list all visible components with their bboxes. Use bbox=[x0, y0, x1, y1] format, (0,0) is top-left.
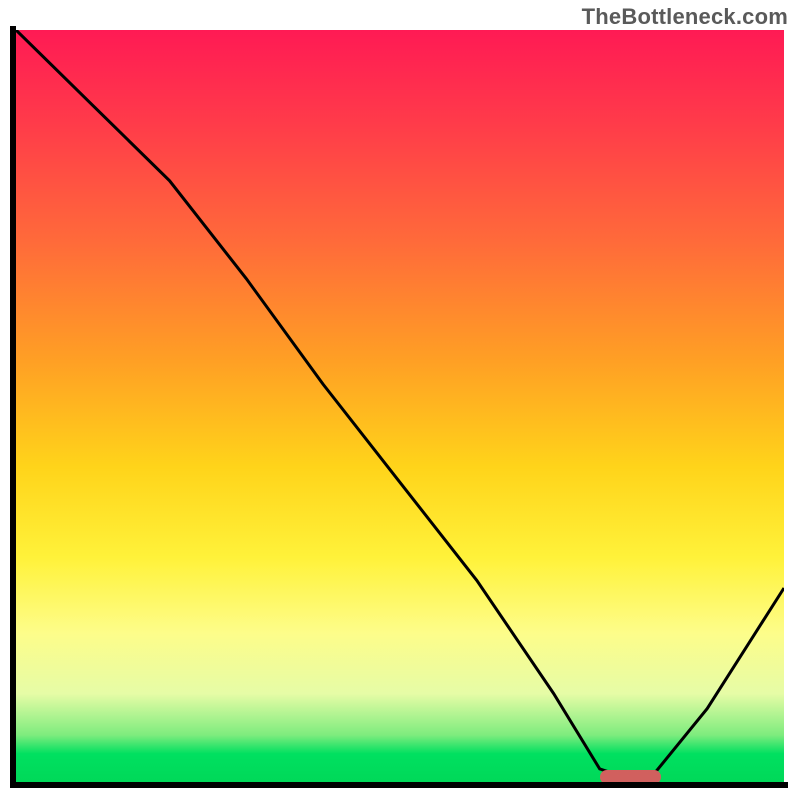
curve-path bbox=[16, 30, 784, 784]
chart-stage: TheBottleneck.com bbox=[0, 0, 800, 800]
watermark-text: TheBottleneck.com bbox=[582, 4, 788, 30]
x-axis bbox=[10, 782, 788, 788]
y-axis bbox=[10, 26, 16, 788]
bottleneck-curve bbox=[16, 30, 784, 784]
